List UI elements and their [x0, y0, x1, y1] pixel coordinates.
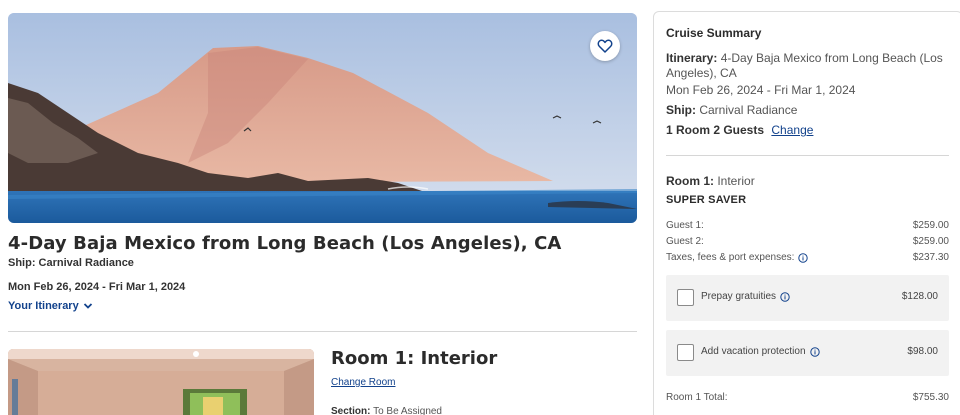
taxes-line: Taxes, fees & port expenses: $237.30: [666, 252, 949, 263]
favorite-button[interactable]: [590, 31, 620, 61]
rooms-guests-text: 1 Room 2 Guests: [666, 123, 765, 137]
summary-heading: Cruise Summary: [666, 26, 762, 40]
change-guests-link[interactable]: Change: [771, 123, 813, 137]
line-amount: $237.30: [912, 252, 949, 263]
itinerary-label: Itinerary:: [666, 51, 718, 65]
ship-value: Carnival Radiance: [699, 103, 798, 117]
room-image: [8, 349, 314, 415]
chevron-down-icon: [83, 303, 92, 309]
vacation-protection-option: Add vacation protection $98.00: [666, 330, 949, 376]
line-label: Taxes, fees & port expenses:: [666, 252, 795, 263]
change-room-link[interactable]: Change Room: [331, 377, 395, 388]
info-icon[interactable]: [809, 346, 820, 357]
info-icon[interactable]: [798, 252, 809, 263]
option-price: $128.00: [901, 291, 938, 302]
interior-room-photo: [8, 349, 314, 415]
guest-1-line: Guest 1: $259.00: [666, 220, 949, 231]
room-title: Room 1: Interior: [331, 348, 498, 369]
trip-dates: Mon Feb 26, 2024 - Fri Mar 1, 2024: [8, 281, 186, 293]
summary-itinerary: Itinerary: 4-Day Baja Mexico from Long B…: [666, 51, 956, 81]
section-label: Section:: [331, 406, 371, 415]
room-total-amount: $755.30: [912, 392, 949, 403]
line-amount: $259.00: [912, 220, 949, 231]
your-itinerary-toggle[interactable]: Your Itinerary: [8, 300, 93, 312]
line-amount: $259.00: [912, 236, 949, 247]
section-value: To Be Assigned: [373, 406, 442, 415]
summary-ship: Ship: Carnival Radiance: [666, 103, 797, 118]
option-label: Prepay gratuities: [701, 291, 777, 302]
prepay-gratuities-checkbox[interactable]: [677, 289, 694, 306]
room-total-label: Room 1 Total:: [666, 392, 728, 403]
your-itinerary-label: Your Itinerary: [8, 300, 79, 312]
room-label: Room 1:: [666, 174, 714, 188]
info-icon[interactable]: [780, 291, 790, 302]
summary-divider: [666, 155, 949, 156]
baja-landscape-image: [8, 13, 637, 223]
section-divider: [8, 331, 637, 332]
trip-title: 4-Day Baja Mexico from Long Beach (Los A…: [8, 233, 562, 254]
trip-ship: Ship: Carnival Radiance: [8, 257, 134, 269]
line-label: Guest 2:: [666, 236, 704, 247]
ship-label: Ship:: [666, 103, 696, 117]
hero-image: [8, 13, 637, 223]
summary-rooms-guests: 1 Room 2 Guests Change: [666, 123, 813, 138]
summary-dates: Mon Feb 26, 2024 - Fri Mar 1, 2024: [666, 83, 856, 97]
option-price: $98.00: [907, 346, 938, 357]
room-value: Interior: [717, 174, 755, 188]
option-label: Add vacation protection: [701, 346, 806, 357]
guest-2-line: Guest 2: $259.00: [666, 236, 949, 247]
line-label: Guest 1:: [666, 220, 704, 231]
taxes-label-group: Taxes, fees & port expenses:: [666, 252, 809, 263]
fare-type: SUPER SAVER: [666, 194, 747, 206]
summary-room: Room 1: Interior: [666, 174, 755, 189]
heart-outline-icon: [597, 39, 613, 53]
vacation-protection-checkbox[interactable]: [677, 344, 694, 361]
option-label-group: Prepay gratuities: [701, 291, 790, 302]
prepay-gratuities-option: Prepay gratuities $128.00: [666, 275, 949, 321]
cruise-summary-panel: Cruise Summary Itinerary: 4-Day Baja Mex…: [653, 11, 960, 415]
room-total-line: Room 1 Total: $755.30: [666, 392, 949, 403]
option-label-group: Add vacation protection: [701, 346, 820, 357]
room-section-line: Section: To Be Assigned: [331, 406, 442, 415]
